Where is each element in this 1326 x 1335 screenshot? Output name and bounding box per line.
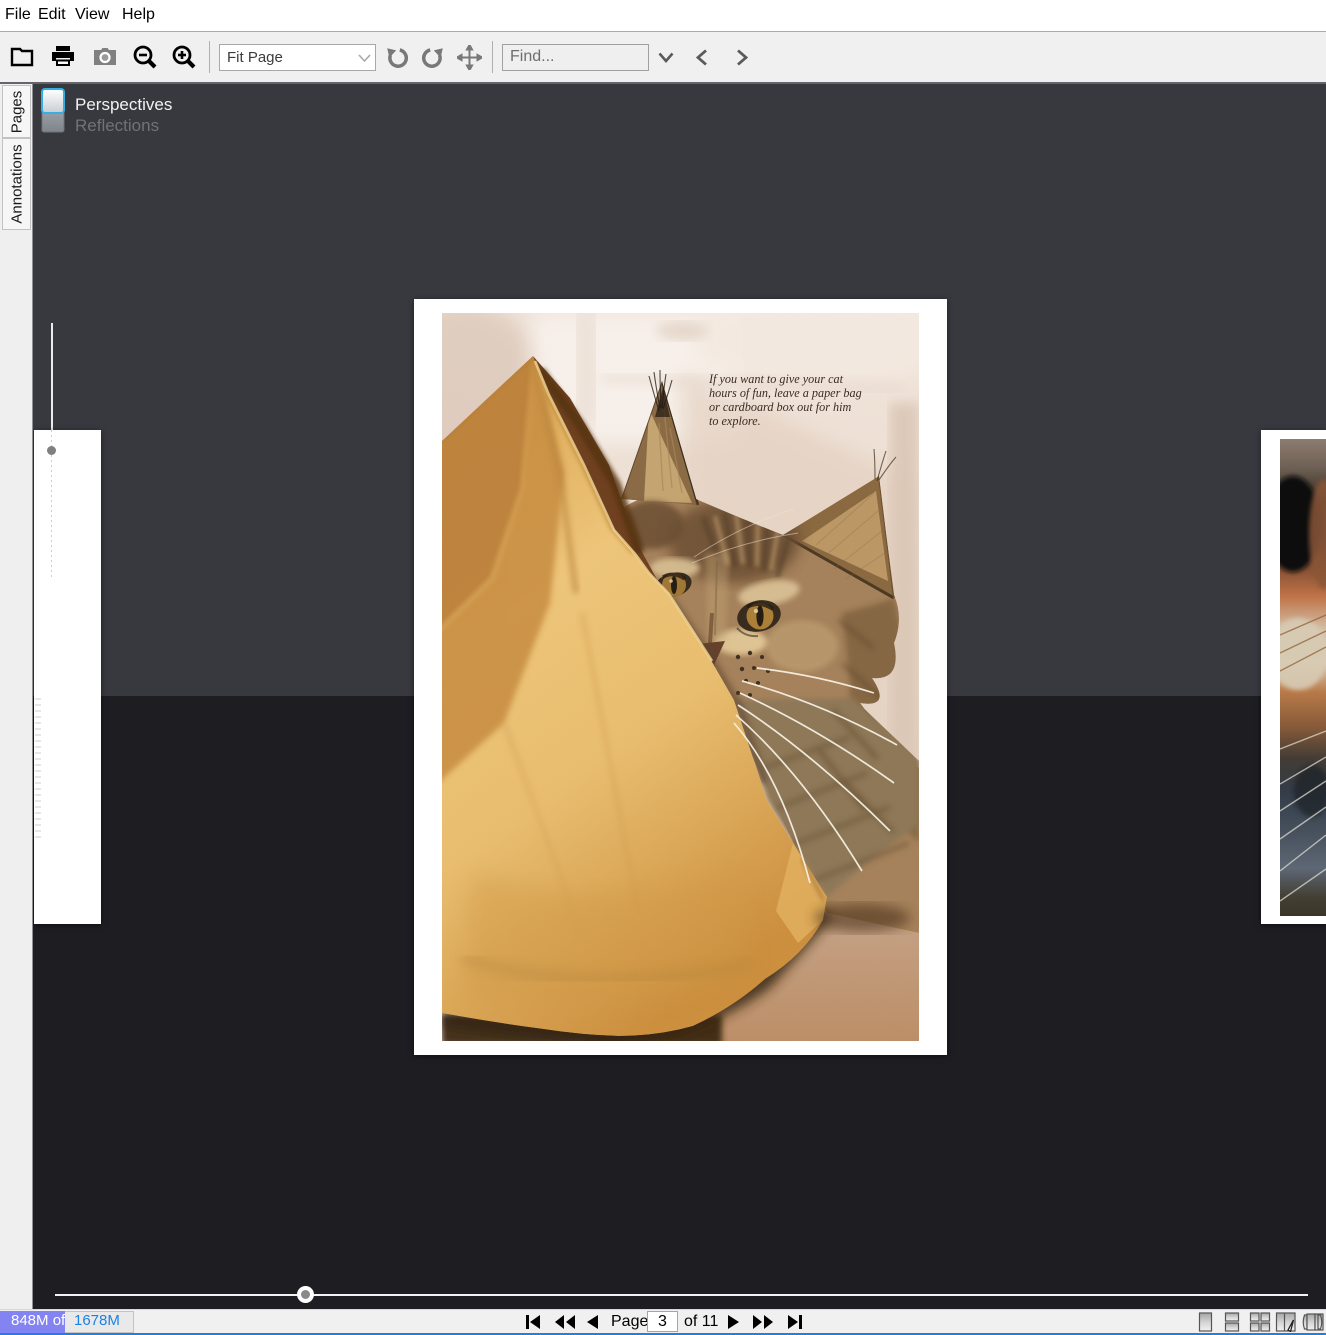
svg-text:or cardboard box out for him: or cardboard box out for him [709,400,851,414]
svg-text:If you want to give your cat: If you want to give your cat [708,372,844,386]
svg-text:hours of fun, leave a paper ba: hours of fun, leave a paper bag [709,386,862,400]
svg-text:to explore.: to explore. [709,414,761,428]
